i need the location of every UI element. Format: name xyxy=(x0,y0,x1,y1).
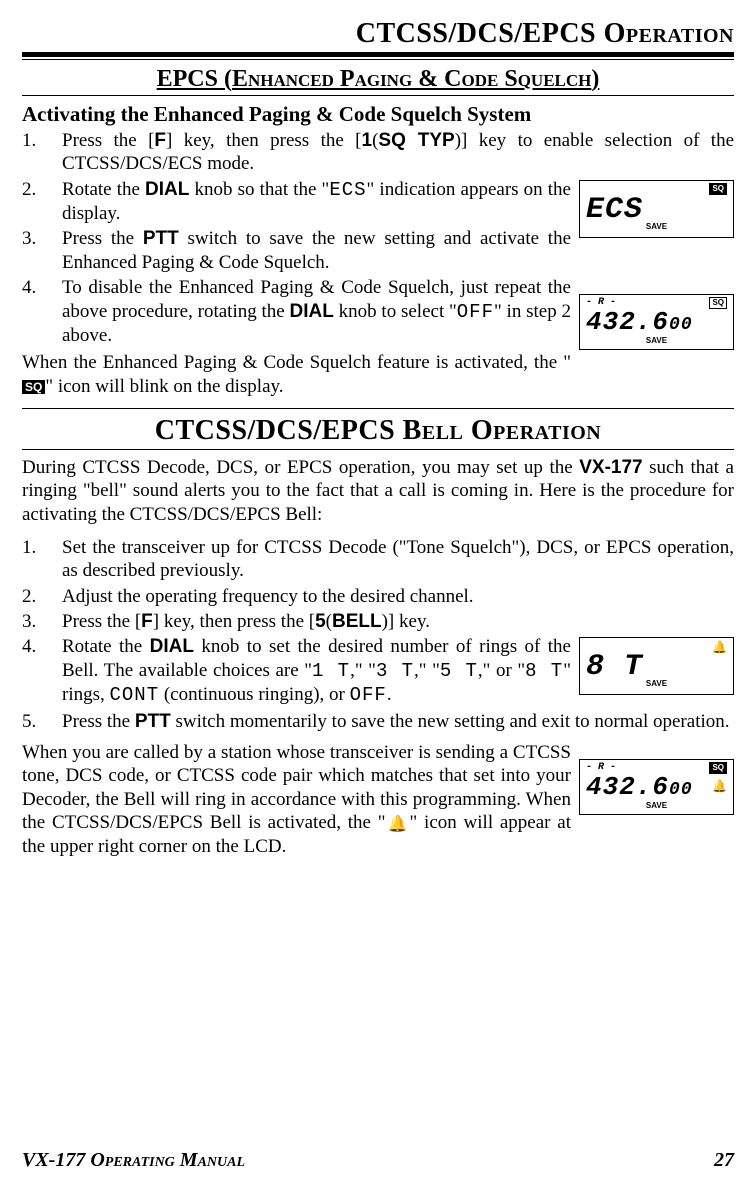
footer-manual-name: VX-177 Operating Manual xyxy=(22,1149,245,1172)
lcd-top: - R - SQ xyxy=(580,295,733,309)
text: switch momentarily to save the new setti… xyxy=(171,711,730,732)
step-5: Press the PTT switch momentarily to save… xyxy=(22,710,734,733)
lcd-main: ECS xyxy=(580,195,733,221)
lcd-freq-big: 432.6 xyxy=(586,774,669,800)
epcs-title: EPCS (Enhanced Paging & Code Squelch) xyxy=(22,66,734,93)
rule-section xyxy=(22,449,734,450)
text: Rotate the xyxy=(62,179,145,200)
seg: 5 T xyxy=(440,660,478,682)
step-2: Adjust the operating frequency to the de… xyxy=(22,585,734,608)
lcd-top: SQ xyxy=(580,181,733,195)
text: When the Enhanced Paging & Code Squelch … xyxy=(22,352,571,373)
sq-icon: SQ xyxy=(709,297,727,309)
page-title: CTCSS/DCS/EPCS Operation xyxy=(22,18,734,50)
lcd-top-left: - R - xyxy=(586,297,616,309)
text: Press the xyxy=(62,228,143,249)
footer-page-number: 27 xyxy=(714,1149,734,1172)
step-1: Press the [F] key, then press the [1(SQ … xyxy=(22,129,734,176)
lcd-save: SAVE xyxy=(580,801,733,811)
dial-knob: DIAL xyxy=(290,301,334,322)
key-5: 5 xyxy=(315,611,326,632)
lcd-main: 432.600 xyxy=(580,309,733,335)
paragraph-last: 🔔 - R - SQ 432.600 SAVE When you are cal… xyxy=(22,741,734,858)
text: (continuous ringing), or xyxy=(159,684,350,705)
seg-ecs: ECS xyxy=(329,179,366,201)
text: ] key, then press the [ xyxy=(153,611,315,632)
lcd-freq-1: - R - SQ 432.600 SAVE xyxy=(579,294,734,350)
lcd-top: - R - SQ xyxy=(580,760,733,774)
seg-off: OFF xyxy=(457,301,494,323)
sq-icon: SQ xyxy=(709,762,727,774)
sq-icon: SQ xyxy=(709,183,727,195)
text: " icon will blink on the display. xyxy=(45,376,283,397)
rule-section xyxy=(22,95,734,96)
key-bell: BELL xyxy=(332,611,382,632)
lcd-save: SAVE xyxy=(580,679,733,689)
paragraph-blink: When the Enhanced Paging & Code Squelch … xyxy=(22,351,734,398)
rule-section xyxy=(22,408,734,409)
text: Rotate the xyxy=(62,636,150,657)
lcd-freq-2: 🔔 - R - SQ 432.600 SAVE xyxy=(579,759,734,815)
bell-title: CTCSS/DCS/EPCS Bell Operation xyxy=(22,415,734,447)
text: During CTCSS Decode, DCS, or EPCS operat… xyxy=(22,457,579,478)
step-3: Press the [F] key, then press the [5(BEL… xyxy=(22,610,734,633)
lcd-freq-small: 00 xyxy=(669,315,693,335)
text: Press the [ xyxy=(62,130,154,151)
step-4: - R - SQ 432.600 SAVE To disable the Enh… xyxy=(22,276,734,347)
text: ," " xyxy=(414,660,440,681)
ptt-switch: PTT xyxy=(143,228,179,249)
lcd-freq-big: 432.6 xyxy=(586,309,669,335)
text: ] key, then press the [ xyxy=(166,130,361,151)
text: Press the xyxy=(62,711,135,732)
lcd-save: SAVE xyxy=(580,336,733,346)
text: ," or " xyxy=(478,660,525,681)
lcd-main: 8 T xyxy=(580,652,733,678)
model-name: VX-177 xyxy=(579,457,642,478)
text: knob to select " xyxy=(334,301,457,322)
step-3: Press the PTT switch to save the new set… xyxy=(22,227,734,274)
paragraph-bell-intro: During CTCSS Decode, DCS, or EPCS operat… xyxy=(22,456,734,526)
key-f: F xyxy=(154,130,166,151)
rule-thick xyxy=(22,52,734,57)
bell-icon: 🔔 xyxy=(712,641,727,656)
epcs-open: EPCS ( xyxy=(157,66,232,92)
lcd-top xyxy=(580,638,733,652)
text: Press the [ xyxy=(62,611,141,632)
lcd-freq-small: 00 xyxy=(669,780,693,800)
lcd-bell: 🔔 8 T SAVE xyxy=(579,637,734,695)
step-1: Set the transceiver up for CTCSS Decode … xyxy=(22,536,734,583)
ptt-switch: PTT xyxy=(135,711,171,732)
bell-icon: 🔔 xyxy=(712,780,727,795)
dial-knob: DIAL xyxy=(150,636,194,657)
text: . xyxy=(387,684,392,705)
key-f: F xyxy=(141,611,153,632)
epcs-close: ) xyxy=(591,66,599,92)
seg-off: OFF xyxy=(350,684,387,706)
footer: VX-177 Operating Manual 27 xyxy=(22,1149,734,1172)
seg: 8 T xyxy=(525,660,563,682)
seg: 1 T xyxy=(312,660,350,682)
page: CTCSS/DCS/EPCS Operation EPCS (Enhanced … xyxy=(0,0,742,1184)
bell-icon-inline: 🔔 xyxy=(386,816,410,833)
step-2: SQ ECS SAVE Rotate the DIAL knob so that… xyxy=(22,178,734,226)
key-1: 1 xyxy=(362,130,373,151)
text: )] key. xyxy=(382,611,430,632)
seg-cont: CONT xyxy=(110,684,160,706)
epcs-mid: Enhanced Paging & Code Squelch xyxy=(232,66,591,92)
steps-list-2: Set the transceiver up for CTCSS Decode … xyxy=(22,536,734,733)
dial-knob: DIAL xyxy=(145,179,189,200)
lcd-top-left: - R - xyxy=(586,762,616,774)
text: ," " xyxy=(350,660,376,681)
rule-thin xyxy=(22,59,734,60)
text: knob so that the " xyxy=(189,179,329,200)
activating-heading: Activating the Enhanced Paging & Code Sq… xyxy=(22,102,734,127)
key-sqtyp: SQ TYP xyxy=(378,130,454,151)
sq-icon-inline: SQ xyxy=(22,380,45,394)
step-4: 🔔 8 T SAVE Rotate the DIAL knob to set t… xyxy=(22,635,734,707)
lcd-main: 432.600 xyxy=(580,774,733,800)
steps-list-1: Press the [F] key, then press the [1(SQ … xyxy=(22,129,734,347)
seg: 3 T xyxy=(376,660,414,682)
